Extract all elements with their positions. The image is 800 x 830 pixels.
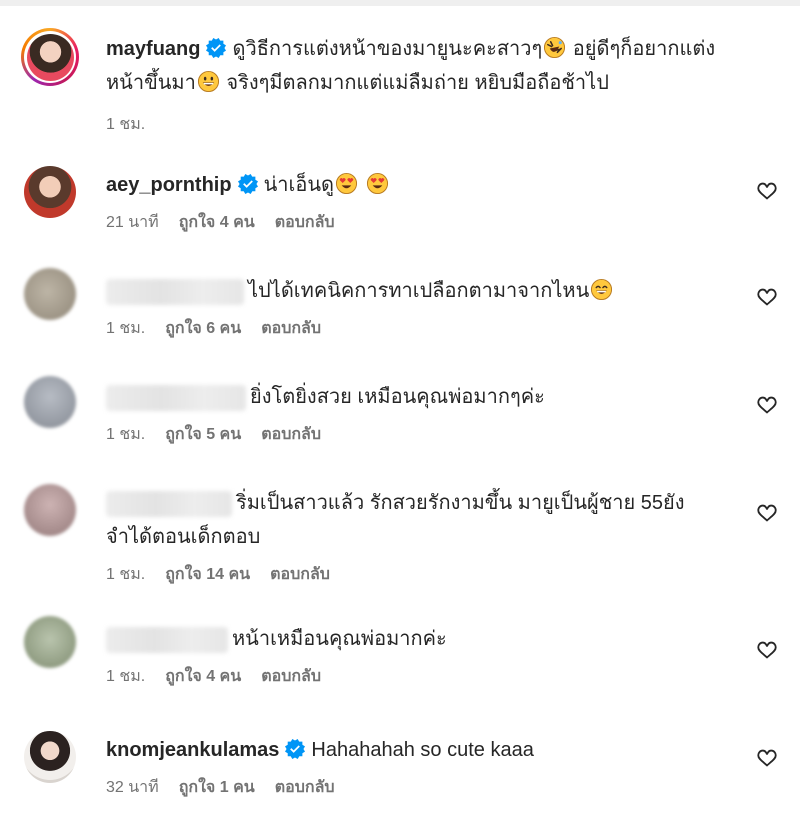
comment-likes[interactable]: ถูกใจ 4 คน — [165, 668, 241, 685]
comment-likes[interactable]: ถูกใจ 6 คน — [165, 320, 241, 337]
like-heart-icon[interactable] — [756, 639, 778, 661]
comment-time: 21 นาที — [106, 214, 159, 231]
avatar[interactable] — [24, 166, 76, 218]
comment-time: 32 นาที — [106, 779, 159, 796]
grinning-emoji-icon — [197, 70, 220, 93]
comment-text: น่าเอ็นดู — [263, 174, 334, 196]
caption-text: อยู่ดีๆก็อยากแต่ง — [572, 38, 716, 60]
comment-time: 1 ชม. — [106, 426, 146, 443]
verified-badge-icon — [238, 174, 258, 194]
like-heart-icon[interactable] — [756, 747, 778, 769]
reply-button[interactable]: ตอบกลับ — [261, 426, 321, 443]
reply-button[interactable]: ตอบกลับ — [275, 779, 335, 796]
comment-username-redacted[interactable] — [106, 278, 244, 305]
top-divider — [0, 0, 800, 6]
comment-likes[interactable]: ถูกใจ 4 คน — [179, 214, 255, 231]
caption-text: หน้าขึ้นมา — [106, 72, 196, 94]
comment-time: 1 ชม. — [106, 668, 146, 685]
comment-likes[interactable]: ถูกใจ 14 คน — [165, 566, 250, 583]
comment-username-redacted[interactable] — [106, 384, 246, 411]
avatar[interactable] — [24, 376, 76, 428]
like-heart-icon[interactable] — [756, 502, 778, 524]
verified-badge-icon — [206, 38, 226, 58]
comment-text: ยิ่งโตยิ่งสวย เหมือนคุณพ่อมากๆค่ะ — [250, 386, 545, 408]
comment-time: 1 ชม. — [106, 320, 146, 337]
avatar[interactable] — [24, 616, 76, 668]
comment-text: ไปได้เทคนิคการทาเปลือกตามาจากไหน — [248, 280, 590, 302]
comment-time: 1 ชม. — [106, 566, 146, 583]
post-time: 1 ชม. — [106, 116, 146, 133]
caption-text: ดูวิธีการแต่งหน้าของมายูนะคะสาวๆ — [232, 38, 543, 60]
comment-text: ริ่มเป็นสาวแล้ว รักสวยรักงามขึ้น มายูเป็… — [236, 492, 685, 514]
reply-button[interactable]: ตอบกลับ — [275, 214, 335, 231]
comment-username[interactable]: knomjeankulamas — [106, 739, 279, 761]
heart-eyes-emoji-icon — [335, 172, 358, 195]
like-heart-icon[interactable] — [756, 286, 778, 308]
avatar[interactable] — [24, 484, 76, 536]
avatar[interactable] — [24, 268, 76, 320]
comment-username[interactable]: aey_pornthip — [106, 174, 232, 196]
comment-text: จำได้ตอนเด็กตอบ — [106, 526, 261, 548]
comment-likes[interactable]: ถูกใจ 1 คน — [179, 779, 255, 796]
reply-button[interactable]: ตอบกลับ — [270, 566, 330, 583]
rofl-emoji-icon — [543, 36, 566, 59]
comment-text: หน้าเหมือนคุณพ่อมากค่ะ — [232, 628, 447, 650]
comment-text: Hahahahah so cute kaaa — [311, 739, 534, 761]
verified-badge-icon — [285, 739, 305, 759]
like-heart-icon[interactable] — [756, 180, 778, 202]
smiling-emoji-icon — [590, 278, 613, 301]
heart-eyes-emoji-icon — [366, 172, 389, 195]
comment-username-redacted[interactable] — [106, 490, 232, 517]
comment-likes[interactable]: ถูกใจ 5 คน — [165, 426, 241, 443]
avatar[interactable] — [24, 731, 76, 783]
caption-text: จริงๆมีตลกมากแต่แม่ลืมถ่าย หยิบมือถือช้า… — [226, 72, 609, 94]
post-author-avatar[interactable] — [21, 28, 79, 86]
like-heart-icon[interactable] — [756, 394, 778, 416]
comment-username-redacted[interactable] — [106, 626, 228, 653]
reply-button[interactable]: ตอบกลับ — [261, 320, 321, 337]
reply-button[interactable]: ตอบกลับ — [261, 668, 321, 685]
post-author-username[interactable]: mayfuang — [106, 38, 200, 60]
